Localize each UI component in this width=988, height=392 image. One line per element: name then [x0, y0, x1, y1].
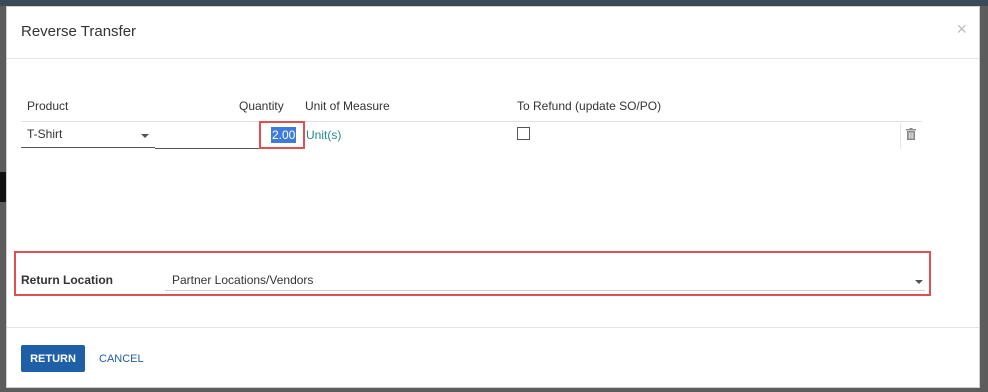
dialog-footer-divider — [7, 327, 979, 328]
return-location-select[interactable]: Partner Locations/Vendors — [165, 269, 925, 291]
unit-of-measure-link[interactable]: Unit(s) — [306, 128, 341, 142]
column-header-quantity: Quantity — [239, 99, 284, 113]
row-action-divider — [900, 123, 901, 149]
product-select[interactable]: T-Shirt — [21, 124, 155, 148]
product-select-value: T-Shirt — [27, 127, 63, 141]
cancel-button[interactable]: CANCEL — [95, 345, 148, 372]
trash-icon[interactable] — [906, 128, 916, 140]
chevron-down-icon[interactable] — [141, 134, 149, 138]
dialog-header: Reverse Transfer × — [7, 7, 979, 59]
chevron-down-icon[interactable] — [915, 280, 923, 284]
close-icon[interactable]: × — [956, 20, 967, 38]
column-header-product: Product — [27, 99, 69, 113]
column-header-unit-of-measure: Unit of Measure — [305, 99, 390, 113]
return-location-value: Partner Locations/Vendors — [172, 273, 314, 287]
table-header-divider — [21, 121, 922, 122]
column-header-to-refund: To Refund (update SO/PO) — [517, 99, 662, 113]
reverse-transfer-dialog: Reverse Transfer × Product Quantity Unit… — [6, 6, 980, 388]
dialog-title: Reverse Transfer — [21, 23, 137, 40]
return-button[interactable]: RETURN — [21, 345, 85, 372]
return-location-label: Return Location — [21, 273, 113, 287]
to-refund-checkbox[interactable] — [517, 127, 530, 140]
quantity-value[interactable]: 2.00 — [271, 127, 297, 143]
